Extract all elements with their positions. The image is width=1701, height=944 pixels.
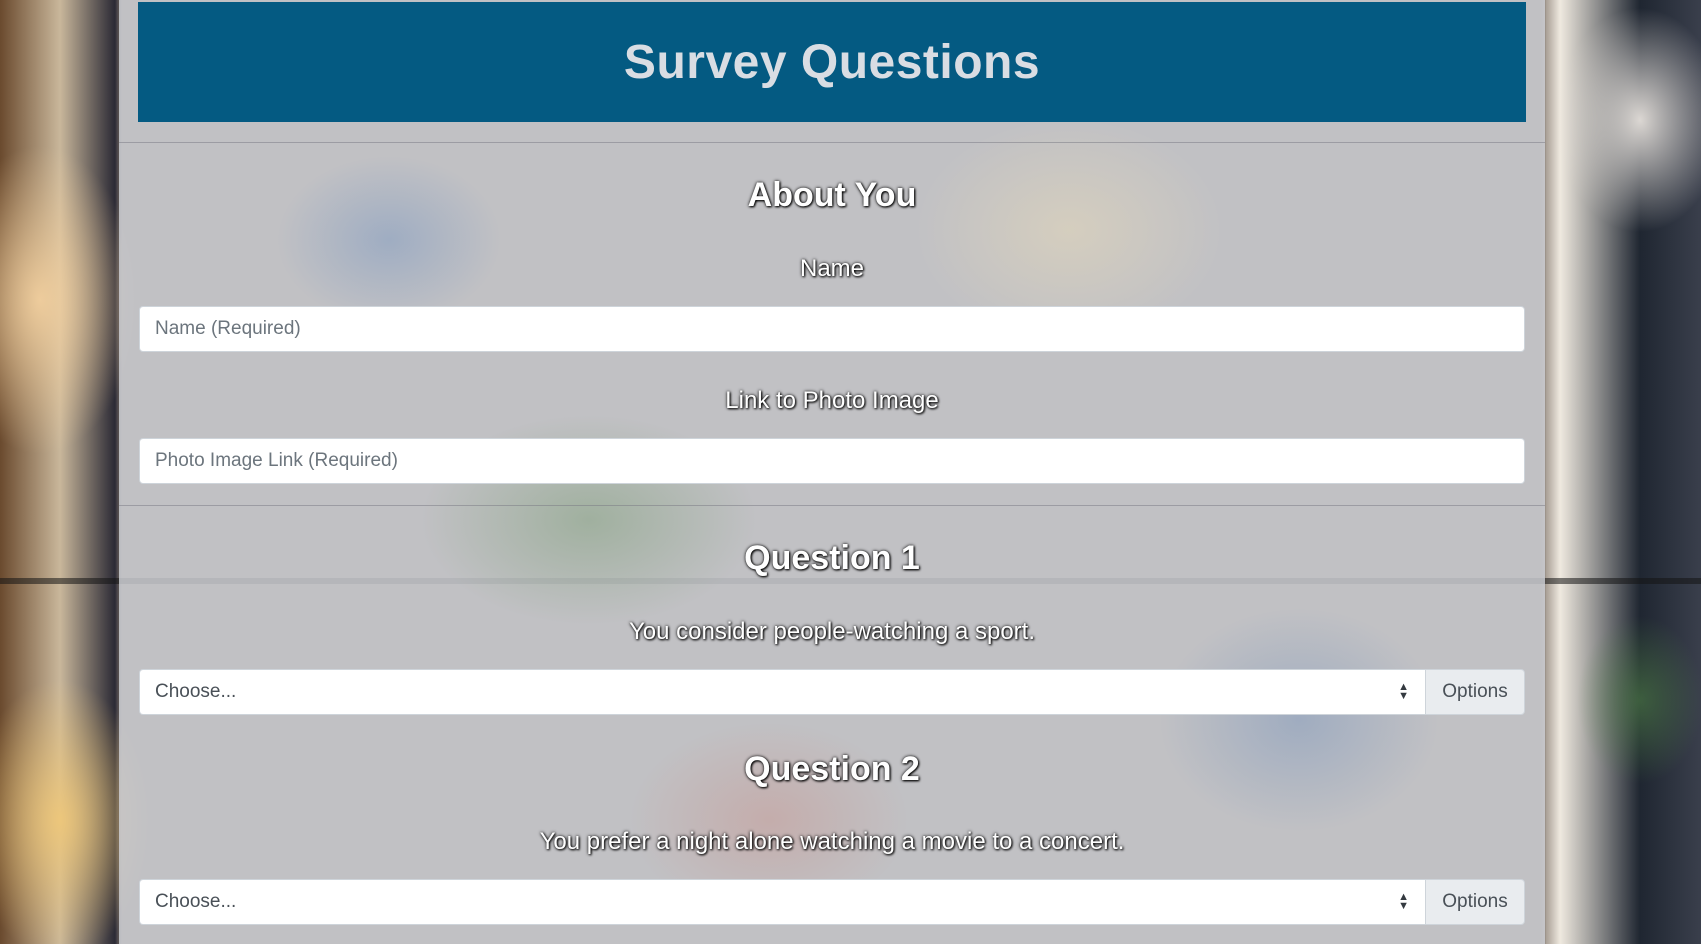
updown-caret-icon: ▲ ▼ [1398,891,1409,912]
question-1-options-addon: Options [1425,669,1525,715]
question-2-options-addon: Options [1425,879,1525,925]
question-1-heading: Question 1 [744,539,920,577]
name-input[interactable] [139,306,1525,352]
name-label: Name [799,255,865,282]
question-2-heading: Question 2 [744,750,920,788]
question-2-select[interactable]: Choose... ▲ ▼ [139,879,1425,925]
question-1-select-value: Choose... [155,681,237,702]
about-heading: About You [747,176,917,214]
question-2-text: You prefer a night alone watching a movi… [539,828,1125,855]
question-1-text: You consider people-watching a sport. [628,618,1036,645]
photo-link-input[interactable] [139,438,1525,484]
updown-caret-icon: ▲ ▼ [1398,681,1409,702]
question-2-select-value: Choose... [155,891,237,912]
question-1-select-group: Choose... ▲ ▼ Options [139,669,1525,715]
question-1-select[interactable]: Choose... ▲ ▼ [139,669,1425,715]
page-header: Survey Questions [138,2,1526,122]
header-divider [119,142,1545,143]
page-title: Survey Questions [623,35,1041,89]
photo-link-label: Link to Photo Image [725,387,939,414]
question-2-select-group: Choose... ▲ ▼ Options [139,879,1525,925]
section-divider [119,505,1545,506]
